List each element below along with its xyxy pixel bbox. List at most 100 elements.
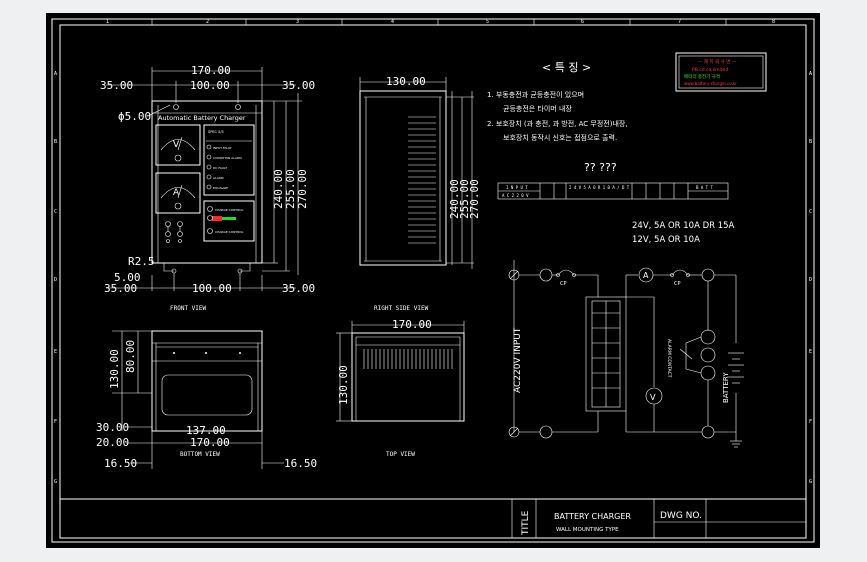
dim-front-bottom-35-right: 35.00 — [282, 282, 315, 295]
node-top-right — [701, 268, 715, 282]
zone-a-right: A — [809, 71, 812, 77]
led-label-2: CONDITION ALARM — [213, 156, 242, 160]
switch-label-1: CHARGE CONTROL — [215, 208, 244, 212]
dim-bottom-170: 170.00 — [190, 436, 230, 449]
features-line-2b: 보호장치 동작시 신호는 접점으로 출력. — [503, 133, 617, 142]
dim-front-100: 100.00 — [190, 79, 230, 92]
features-line-2a: 2. 보호장치 (과 충전, 과 방전, AC 무정전)내장, — [487, 119, 628, 128]
dim-bottom-130: 130.00 — [108, 349, 121, 389]
top-view: 170.00 130.00 TOP VIEW — [336, 318, 465, 458]
ac-input-label: AC220V INPUT — [513, 327, 523, 393]
zone-8: 8 — [772, 19, 775, 25]
zone-f-right: F — [809, 419, 812, 425]
led-label-5: EQUALIZE — [213, 186, 228, 190]
zone-c-right: C — [809, 209, 812, 215]
spec-table: I N P U T A C 2 2 0 V 2 4 V 5 A O R 1 0 … — [497, 182, 729, 200]
logo-line-4: www.battery-charger.co.kr — [684, 81, 737, 86]
led-label-3: DC FAULT — [213, 166, 227, 170]
dim-front-35-right: 35.00 — [282, 79, 315, 92]
top-vent-slots — [363, 349, 453, 369]
front-view: 170.00 100.00 35.00 35.00 ϕ5.00 Automati… — [100, 64, 315, 312]
dim-top-130: 130.00 — [337, 365, 350, 405]
zone-b-right: B — [809, 139, 812, 145]
drawing-title-line-2: WALL MOUNTING TYPE — [556, 527, 619, 533]
bottom-cabinet — [151, 330, 263, 432]
dim-bottom-30: 30.00 — [96, 421, 129, 434]
spec-cell-batt: B A T T — [696, 185, 713, 190]
circuit-schematic: AC220V INPUT CP A CP V ALARM CONTACT BAT… — [508, 260, 744, 448]
features-line-1b: 균등충전은 타이머 내장 — [503, 104, 572, 113]
top-view-label: TOP VIEW — [386, 451, 415, 458]
cad-drawing: 1 2 3 4 5 6 7 8 A B C D E F G A B C D E … — [51, 18, 815, 543]
dim-front-bottom-35-left: 35.00 — [104, 282, 137, 295]
alarm-terminal-1 — [700, 329, 716, 345]
zone-c: C — [54, 209, 57, 215]
features-title: < 특 징 > — [542, 61, 591, 74]
logo-line-1: — 제 목 회 사 명 — — [698, 58, 737, 65]
front-view-label: FRONT VIEW — [170, 305, 207, 312]
dim-bottom-16-left: 16.50 — [104, 457, 137, 470]
dim-hole: ϕ5.00 — [118, 110, 151, 123]
logo-line-3: 배터리 충전기 규격 — [684, 73, 720, 80]
breaker-icon — [165, 221, 171, 227]
zone-3: 3 — [296, 19, 299, 25]
cp-label-1: CP — [560, 281, 567, 287]
zone-a: A — [54, 71, 57, 77]
zone-6: 6 — [581, 19, 584, 25]
cp-label-2: CP — [674, 281, 681, 287]
zone-4: 4 — [391, 19, 394, 25]
inner-border — [59, 24, 807, 539]
dim-front-35-left: 35.00 — [100, 79, 133, 92]
node-bottom-right — [701, 425, 715, 439]
title-label: TITLE — [521, 510, 531, 536]
side-vent-slots — [408, 116, 436, 244]
logo-line-2: PB cd co,limited — [692, 67, 728, 73]
zone-b: B — [54, 139, 57, 145]
spec-cell-mid: 2 4 V 5 A O R 1 0 A / D T — [569, 185, 630, 190]
status-indicator-red — [212, 216, 222, 221]
zone-5: 5 — [486, 19, 489, 25]
led-panel — [203, 124, 255, 196]
features-line-1a: 1. 부동충전과 균등충전이 있으며 — [487, 90, 584, 99]
ammeter-symbol: A — [173, 188, 180, 198]
zone-d: D — [54, 277, 57, 283]
zone-e-right: E — [809, 349, 812, 355]
node-bottom-left — [539, 425, 553, 439]
circuit-breaker-2 — [671, 269, 689, 276]
dim-bottom-20: 20.00 — [96, 436, 129, 449]
zone-g: G — [54, 479, 57, 485]
bottom-cutout — [161, 374, 253, 416]
dim-bottom-80: 80.00 — [124, 340, 137, 373]
right-side-view-label: RIGHT SIDE VIEW — [374, 305, 429, 312]
rating-line-2: 12V, 5A OR 10A — [632, 235, 700, 245]
dim-front-270: 270.00 — [296, 169, 309, 209]
schematic-ammeter: A — [643, 271, 649, 280]
dim-side-130: 130.00 — [386, 75, 426, 88]
dim-bottom-16-right: 16.50 — [284, 457, 317, 470]
circuit-breaker-1 — [557, 269, 575, 276]
zone-e: E — [54, 349, 57, 355]
dim-front-bottom-100: 100.00 — [192, 282, 232, 295]
dim-front-170: 170.00 — [191, 64, 231, 77]
mount-hole-left — [173, 104, 179, 110]
led-label-4: ALARM — [213, 176, 224, 180]
right-side-view: 130.00 240.00 255.00 270.00 RIGHT SIDE V… — [359, 75, 481, 312]
dim-side-270: 270.00 — [468, 179, 481, 219]
dim-top-170: 170.00 — [392, 318, 432, 331]
spec-label: SPEC 5/5 — [208, 130, 224, 134]
company-logo: — 제 목 회 사 명 — PB cd co,limited 배터리 충전기 규… — [675, 52, 767, 92]
zone-f: F — [54, 419, 57, 425]
node-top-left — [539, 268, 553, 282]
led-label-1: INPUT FAULT — [213, 146, 232, 150]
title-block: TITLE BATTERY CHARGER WALL MOUNTING TYPE… — [60, 498, 806, 538]
drawing-sheet: 1 2 3 4 5 6 7 8 A B C D E F G A B C D E … — [46, 13, 820, 548]
alarm-terminal-2 — [700, 347, 716, 363]
rating-line-1: 24V, 5A OR 10A DR 15A — [632, 221, 735, 231]
bottom-view: 130.00 80.00 30.00 20.00 137.00 170.00 1… — [96, 330, 317, 470]
bottom-view-label: BOTTOM VIEW — [180, 451, 220, 458]
features-notes: < 특 징 > 1. 부동충전과 균등충전이 있으며 균등충전은 타이머 내장 … — [487, 61, 628, 174]
battery-label: BATTERY — [722, 372, 730, 403]
schematic-voltmeter: V — [650, 393, 656, 402]
dwg-no-label: DWG NO. — [660, 511, 702, 521]
zone-d-right: D — [809, 277, 812, 283]
